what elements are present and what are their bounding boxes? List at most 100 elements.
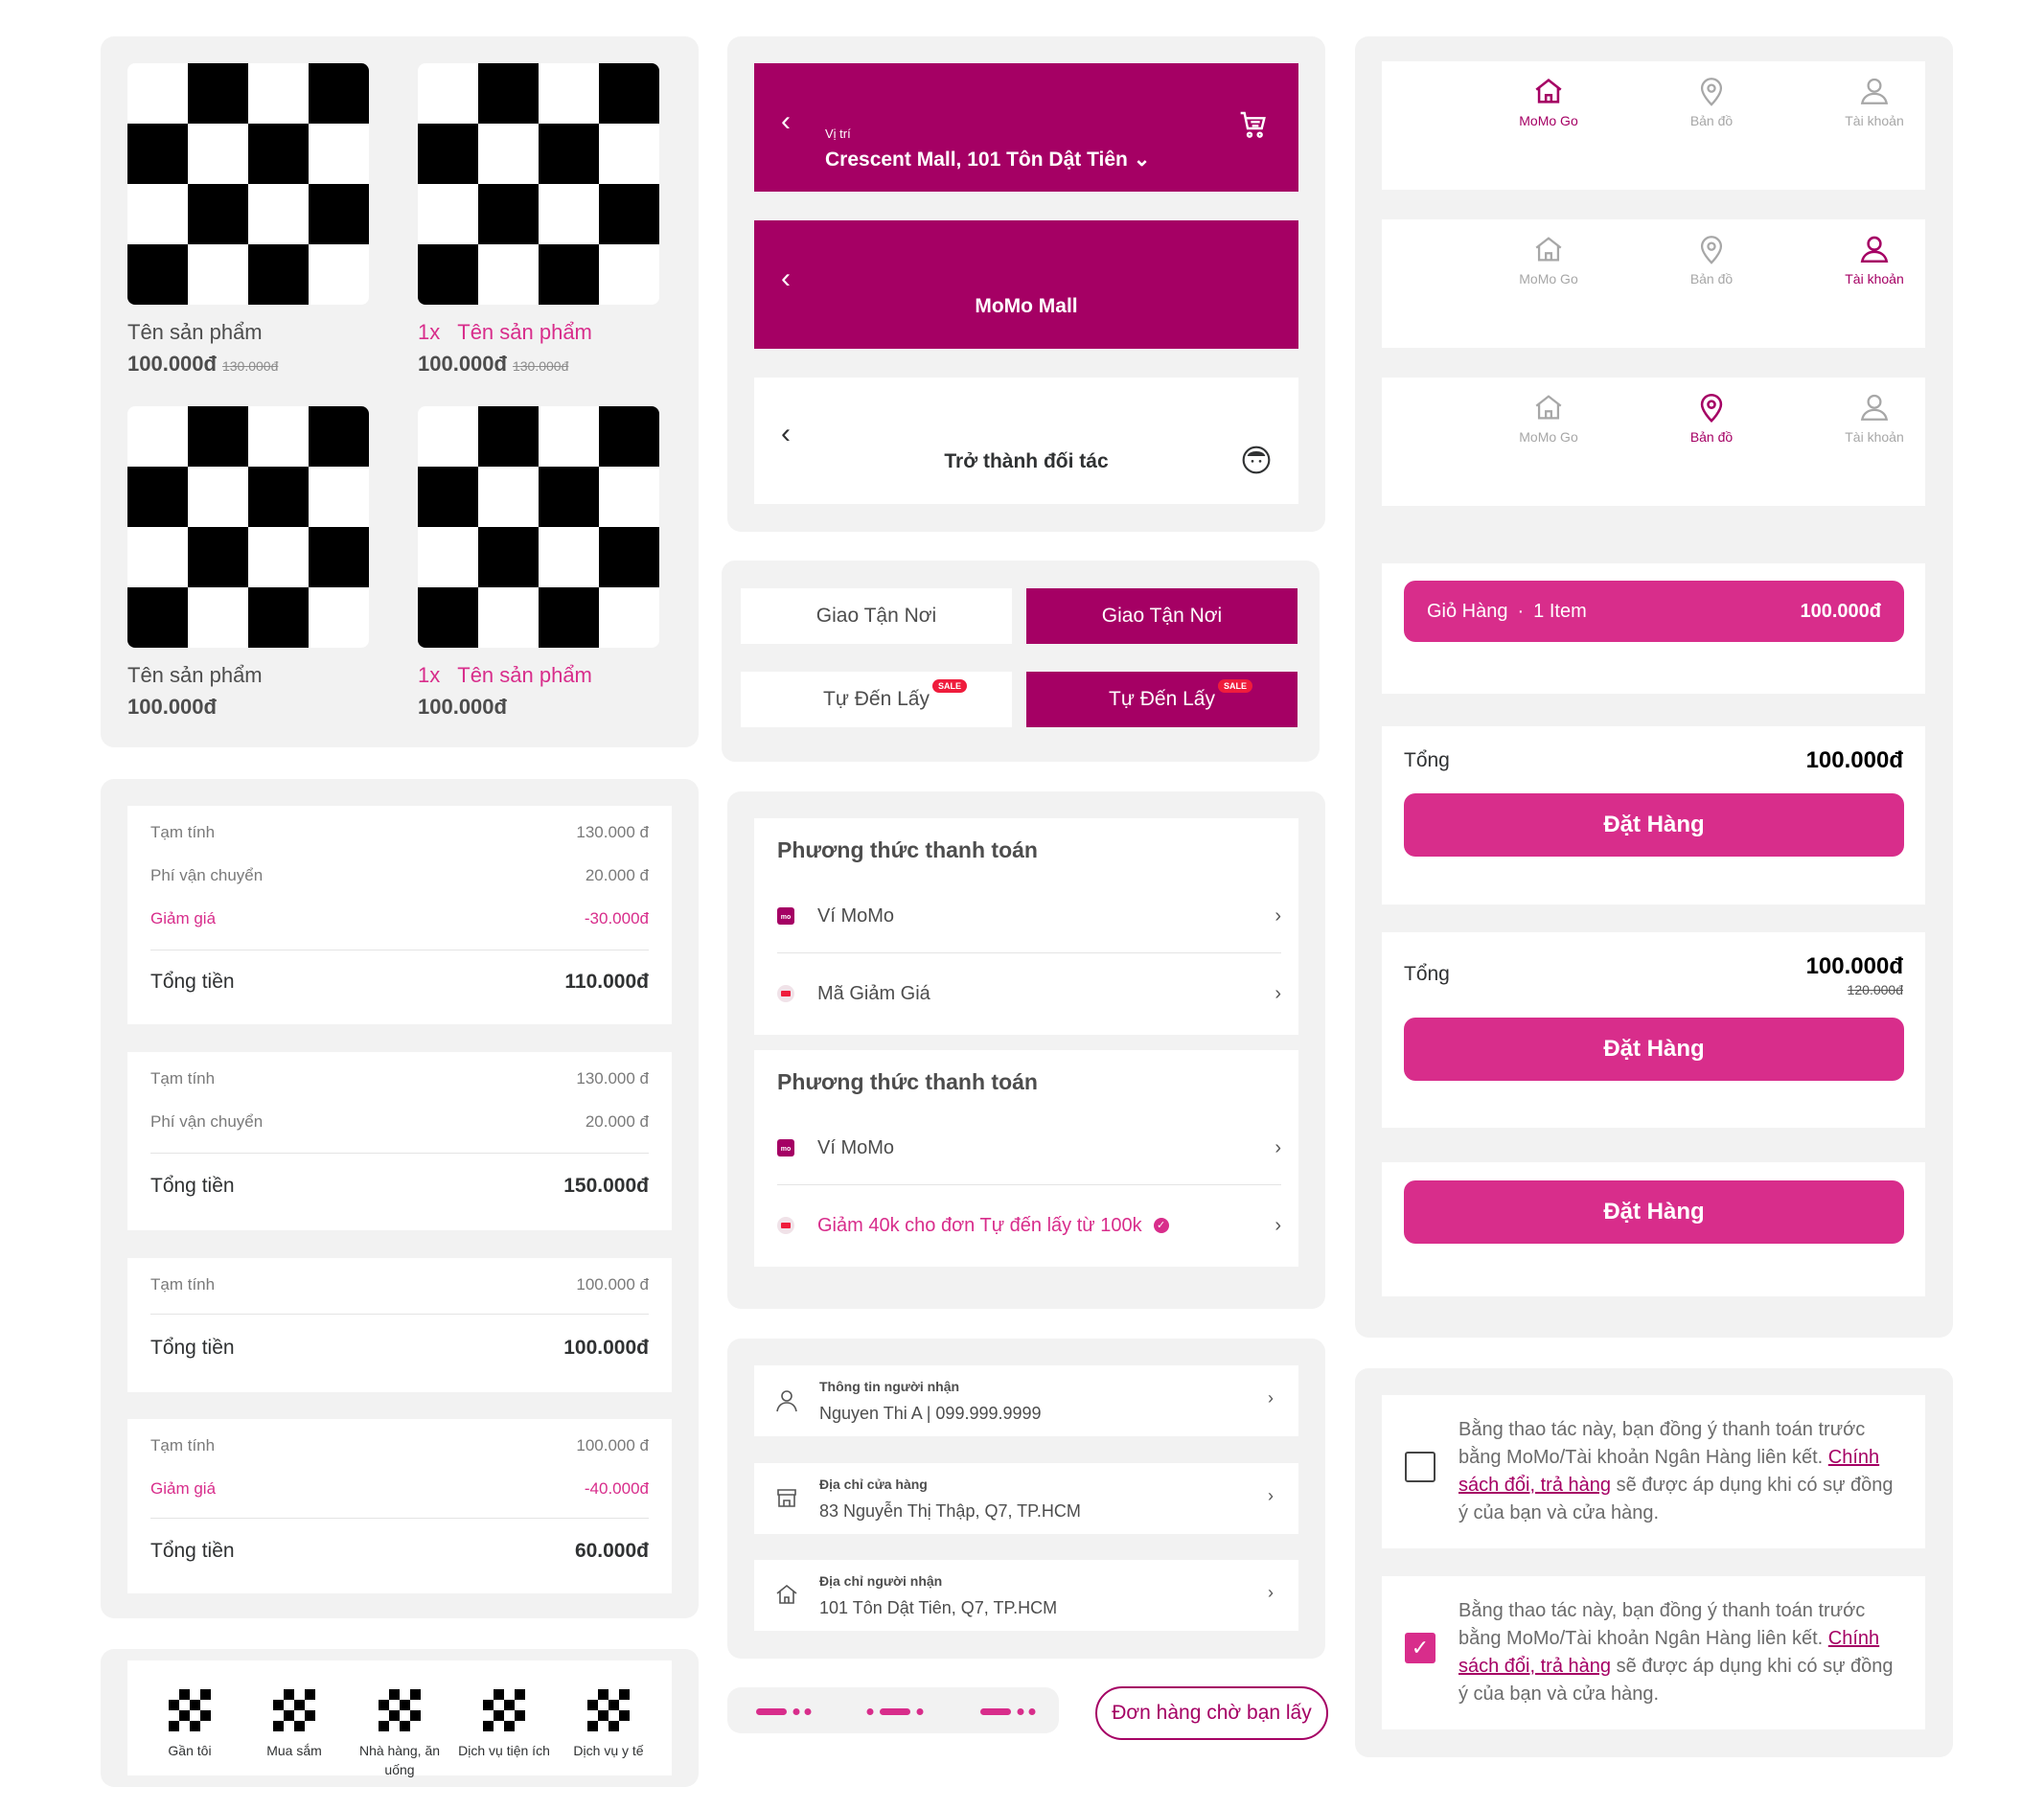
map-pin-icon (1700, 236, 1723, 264)
category-item[interactable]: Nhà hàng, ăn uống (352, 1689, 448, 1779)
divider (777, 1184, 1281, 1185)
user-icon (1860, 394, 1889, 421)
section-title: Phương thức thanh toán (777, 1069, 1038, 1094)
bottom-nav: MoMo Go Bản đồ Tài khoản (1382, 219, 1925, 348)
category-icon (483, 1689, 525, 1731)
product-old-price: 130.000đ (512, 358, 569, 374)
nav-item-home[interactable]: MoMo Go (1491, 75, 1606, 128)
total-value: 100.000đ (1805, 953, 1903, 979)
home-icon (776, 1584, 797, 1604)
category-bar: Gần tôi Mua sắm Nhà hàng, ăn uống Dịch v… (127, 1660, 672, 1777)
category-item[interactable]: Gần tôi (142, 1689, 238, 1760)
total-row: Tổng tiền 110.000đ (150, 971, 649, 993)
check-circle-icon: ✓ (1153, 1218, 1169, 1233)
cart-icon[interactable] (1238, 109, 1269, 145)
back-icon[interactable]: ‹ (781, 105, 791, 138)
nav-item-home[interactable]: MoMo Go (1491, 233, 1606, 286)
store-icon (777, 1489, 796, 1507)
product-price: 100.000đ (418, 695, 507, 719)
product-qty: 1x (418, 663, 441, 687)
category-icon (379, 1689, 421, 1731)
user-icon (776, 1390, 797, 1412)
waiting-order-button[interactable]: Đơn hàng chờ bạn lấy (1095, 1686, 1328, 1740)
product-image[interactable] (418, 63, 659, 305)
category-icon (169, 1689, 211, 1731)
section-title: Phương thức thanh toán (777, 837, 1038, 862)
total-row: Tổng tiền 100.000đ (150, 1337, 649, 1359)
chevron-right-icon: › (1275, 1214, 1281, 1236)
home-icon (1535, 395, 1562, 420)
sale-badge: SALE (932, 679, 968, 693)
place-order-button[interactable]: Đặt Hàng (1404, 793, 1904, 857)
momo-wallet-icon: mo (777, 907, 794, 925)
product-image[interactable] (127, 63, 369, 305)
discount-row: Giảm giá -40.000đ (150, 1479, 649, 1498)
nav-item-map[interactable]: Bản đồ (1654, 75, 1769, 128)
voucher-icon (777, 1217, 794, 1234)
total-label: Tổng (1404, 749, 1450, 771)
voucher-row[interactable]: Giảm 40k cho đơn Tự đến lấy từ 100k ✓ › (777, 1202, 1281, 1249)
category-item[interactable]: Dịch vụ tiện ích (456, 1689, 552, 1760)
nav-item-map[interactable]: Bản đồ (1654, 391, 1769, 445)
voucher-row[interactable]: Mã Giảm Giá › (777, 970, 1281, 1018)
store-address-row[interactable]: Địa chỉ cửa hàng 83 Nguyễn Thị Thập, Q7, … (754, 1463, 1298, 1534)
order-summary: Tạm tính 130.000 đ Phí vận chuyển 20.000 đ… (127, 806, 672, 1024)
product-name: 1x Tên sản phẩm (418, 320, 592, 344)
total-row: Tổng tiền 150.000đ (150, 1175, 649, 1197)
tab-pickup-selected[interactable]: Tự Đến Lấy SALE (1026, 672, 1298, 727)
nav-item-map[interactable]: Bản đồ (1654, 233, 1769, 286)
user-icon (1860, 236, 1889, 263)
support-avatar-icon[interactable] (1241, 445, 1272, 480)
tab-pickup[interactable]: Tự Đến Lấy SALE (741, 672, 1012, 727)
divider (777, 952, 1281, 953)
total-row: Tổng tiền 60.000đ (150, 1540, 649, 1562)
category-icon (273, 1689, 315, 1731)
svg-text:mo: mo (781, 914, 792, 921)
place-order-button[interactable]: Đặt Hàng (1404, 1180, 1904, 1244)
order-summary: Tạm tính 100.000 đ Tổng tiền 100.000đ (127, 1258, 672, 1392)
payment-method-card: Phương thức thanh toán mo Ví MoMo › Giảm … (754, 1050, 1298, 1267)
old-total: 120.000đ (1847, 982, 1903, 997)
cart-card: Giỏ Hàng · 1 Item 100.000đ (1382, 563, 1925, 694)
nav-item-account[interactable]: Tài khoản (1817, 233, 1932, 286)
nav-item-home[interactable]: MoMo Go (1491, 391, 1606, 445)
chevron-right-icon: › (1275, 904, 1281, 927)
category-item[interactable]: Mua sắm (246, 1689, 342, 1760)
recipient-info-row[interactable]: Thông tin người nhận Nguyen Thi A | 099.9… (754, 1365, 1298, 1436)
mall-header: ‹ MoMo Mall (754, 220, 1298, 349)
payment-wallet-row[interactable]: mo Ví MoMo › (777, 892, 1281, 940)
product-image[interactable] (127, 406, 369, 648)
agreement-row: ✓ Bằng thao tác này, bạn đồng ý thanh to… (1382, 1576, 1925, 1729)
product-price: 100.000đ 130.000đ (418, 352, 569, 376)
location-select[interactable]: Crescent Mall, 101 Tôn Dật Tiên ⌄ (825, 148, 1150, 172)
agreement-text: Bằng thao tác này, bạn đồng ý thanh toán… (1458, 1419, 1894, 1523)
home-icon (1535, 79, 1562, 103)
place-order-button[interactable]: Đặt Hàng (1404, 1018, 1904, 1081)
payment-wallet-row[interactable]: mo Ví MoMo › (777, 1124, 1281, 1172)
category-item[interactable]: Dịch vụ y tế (561, 1689, 656, 1760)
voucher-icon (777, 985, 794, 1002)
chevron-right-icon: › (1268, 1388, 1274, 1408)
cart-button[interactable]: Giỏ Hàng · 1 Item 100.000đ (1404, 581, 1904, 642)
map-pin-icon (1700, 393, 1723, 423)
bottom-nav: MoMo Go Bản đồ Tài khoản (1382, 61, 1925, 190)
summary-row: Tạm tính 100.000 đ (150, 1275, 649, 1294)
nav-item-account[interactable]: Tài khoản (1817, 75, 1932, 128)
partner-header: ‹ Trở thành đối tác (754, 378, 1298, 504)
recipient-address-row[interactable]: Địa chỉ người nhận 101 Tôn Dật Tiên, Q7, … (754, 1560, 1298, 1631)
product-old-price: 130.000đ (221, 358, 279, 374)
nav-item-account[interactable]: Tài khoản (1817, 391, 1932, 445)
agreement-checkbox[interactable] (1405, 1452, 1435, 1482)
chevron-right-icon: › (1268, 1583, 1274, 1602)
tab-delivery[interactable]: Giao Tận Nơi (741, 588, 1012, 644)
back-icon[interactable]: ‹ (781, 418, 791, 450)
product-image[interactable] (418, 406, 659, 648)
back-icon[interactable]: ‹ (781, 263, 791, 295)
divider (150, 1314, 649, 1315)
agreement-checkbox-checked[interactable]: ✓ (1405, 1633, 1435, 1663)
svg-text:mo: mo (781, 1146, 792, 1153)
chevron-right-icon: › (1275, 982, 1281, 1004)
product-qty: 1x (418, 320, 441, 344)
tab-delivery-selected[interactable]: Giao Tận Nơi (1026, 588, 1298, 644)
product-name: 1x Tên sản phẩm (418, 663, 592, 687)
